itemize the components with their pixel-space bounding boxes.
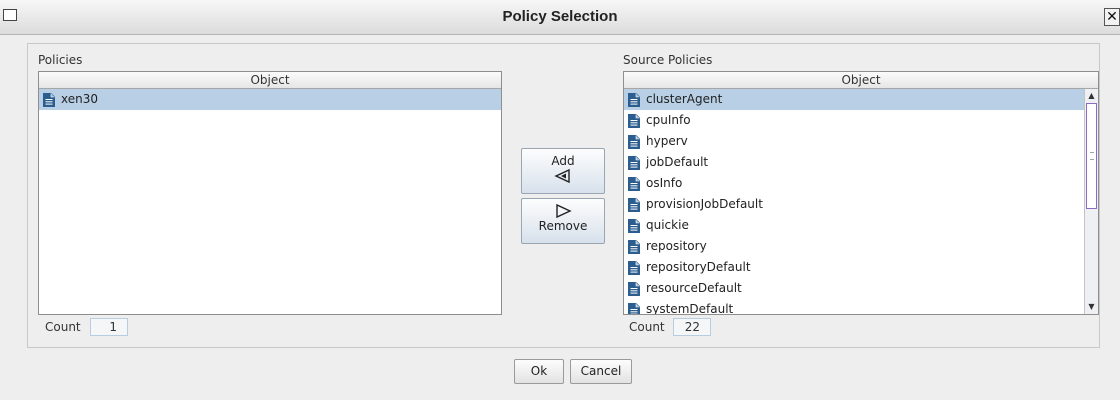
document-icon xyxy=(628,134,640,149)
list-item[interactable]: quickie xyxy=(624,215,1084,236)
document-icon xyxy=(628,197,640,212)
policies-label: Policies xyxy=(38,53,83,67)
policies-count-value: 1 xyxy=(90,318,128,336)
scroll-up-arrow-icon[interactable]: ▲ xyxy=(1085,89,1098,103)
list-item[interactable]: repository xyxy=(624,236,1084,257)
list-item[interactable]: jobDefault xyxy=(624,152,1084,173)
source-policies-rows: clusterAgent cpuInfo hyperv jobDefault osInf… xyxy=(624,89,1084,315)
policies-rows: xen30 xyxy=(39,89,501,110)
list-item-label: repositoryDefault xyxy=(646,260,751,274)
list-item-label: osInfo xyxy=(646,176,683,190)
title-bar: Policy Selection ✕ xyxy=(0,0,1120,35)
source-policies-label: Source Policies xyxy=(623,53,713,67)
list-item[interactable]: osInfo xyxy=(624,173,1084,194)
scrollbar-grip-icon xyxy=(1090,152,1094,160)
source-policies-column-header[interactable]: Object xyxy=(624,72,1098,89)
list-item-label: quickie xyxy=(646,218,689,232)
list-item-label: cpuInfo xyxy=(646,113,691,127)
document-icon xyxy=(628,176,640,191)
list-item-label: clusterAgent xyxy=(646,92,723,106)
list-item[interactable]: systemDefault xyxy=(624,299,1084,315)
add-button[interactable]: Add xyxy=(521,148,605,194)
list-item[interactable]: hyperv xyxy=(624,131,1084,152)
policies-column-header[interactable]: Object xyxy=(39,72,501,89)
document-icon xyxy=(628,92,640,107)
list-item[interactable]: clusterAgent xyxy=(624,89,1084,110)
list-item[interactable]: xen30 xyxy=(39,89,501,110)
list-item[interactable]: resourceDefault xyxy=(624,278,1084,299)
source-policies-scrollbar[interactable]: ▲ ▼ xyxy=(1084,89,1098,314)
document-icon xyxy=(628,302,640,314)
list-item[interactable]: provisionJobDefault xyxy=(624,194,1084,215)
add-button-label: Add xyxy=(551,154,575,168)
cancel-button[interactable]: Cancel xyxy=(570,359,632,384)
list-item[interactable]: repositoryDefault xyxy=(624,257,1084,278)
policies-count-label: Count xyxy=(45,320,81,334)
document-icon xyxy=(628,218,640,233)
list-item-label: resourceDefault xyxy=(646,281,742,295)
list-item-label: repository xyxy=(646,239,707,253)
document-icon xyxy=(43,92,55,107)
list-item-label: hyperv xyxy=(646,134,688,148)
scroll-down-arrow-icon[interactable]: ▼ xyxy=(1085,300,1098,314)
source-policies-list[interactable]: Object clusterAgent cpuInfo hyperv jobDefau… xyxy=(623,71,1099,315)
document-icon xyxy=(628,113,640,128)
list-item-label: jobDefault xyxy=(646,155,709,169)
document-icon xyxy=(628,260,640,275)
source-policies-count-value: 22 xyxy=(673,318,711,336)
remove-button-label: Remove xyxy=(538,219,588,233)
remove-button[interactable]: Remove xyxy=(521,198,605,244)
arrow-left-icon xyxy=(554,168,570,184)
ok-button[interactable]: Ok xyxy=(514,359,564,384)
window-title: Policy Selection xyxy=(502,8,618,25)
arrow-right-icon xyxy=(556,203,572,219)
list-item-label: provisionJobDefault xyxy=(646,197,763,211)
list-item-label: xen30 xyxy=(61,92,98,106)
scrollbar-thumb[interactable] xyxy=(1086,103,1097,209)
close-button[interactable]: ✕ xyxy=(1104,8,1120,26)
list-item[interactable]: cpuInfo xyxy=(624,110,1084,131)
list-item-label: systemDefault xyxy=(646,302,734,315)
document-icon xyxy=(628,281,640,296)
document-icon xyxy=(628,155,640,170)
policies-list[interactable]: Object xen30 xyxy=(38,71,502,315)
source-policies-count-label: Count xyxy=(629,320,665,334)
document-icon xyxy=(628,239,640,254)
